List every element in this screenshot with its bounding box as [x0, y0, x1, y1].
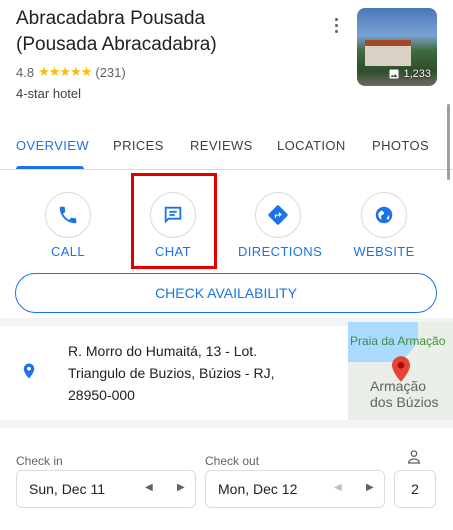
tab-prices[interactable]: PRICES [113, 138, 164, 153]
tab-reviews[interactable]: REVIEWS [190, 138, 253, 153]
more-options-icon[interactable] [326, 14, 346, 36]
photo-icon [389, 69, 399, 79]
check-in-prev-icon[interactable]: ◀ [145, 482, 153, 493]
active-tab-indicator [16, 166, 84, 169]
hotel-class: 4-star hotel [16, 86, 82, 101]
map-label-top: Praia da Armação [350, 334, 446, 348]
check-out-value: Mon, Dec 12 [218, 481, 298, 497]
tab-photos[interactable]: PHOTOS [372, 138, 429, 153]
address-line-3: 28950-000 [68, 387, 135, 403]
hotel-photo-image [365, 40, 411, 66]
hotel-title: Abracadabra Pousada (Pousada Abracadabra… [16, 6, 336, 58]
person-icon [406, 449, 422, 470]
hotel-photo-thumbnail[interactable]: 1,233 [357, 8, 437, 86]
guests-count: 2 [411, 481, 419, 497]
address[interactable]: R. Morro do Humaitá, 13 - Lot. Triangulo… [68, 340, 338, 406]
phone-icon [59, 206, 77, 224]
directions-button[interactable]: DIRECTIONS [238, 192, 323, 259]
check-out-next-icon[interactable]: ▶ [366, 482, 374, 493]
check-out-date-field[interactable]: Mon, Dec 12 ◀ ▶ [205, 470, 385, 508]
map-label-bottom-1: Armação [370, 378, 427, 394]
check-availability-button[interactable]: CHECK AVAILABILITY [15, 273, 437, 313]
section-divider [0, 420, 453, 428]
hotel-name: Abracadabra Pousada [16, 8, 206, 29]
map-label-bottom: Armação dos Búzios [370, 378, 438, 410]
hotel-alt-name: (Pousada Abracadabra) [16, 34, 217, 55]
address-line-1: R. Morro do Humaitá, 13 - Lot. [68, 343, 258, 359]
directions-button-circle [255, 192, 301, 238]
check-in-value: Sun, Dec 11 [29, 481, 106, 497]
map-thumbnail[interactable]: Praia da Armação Armação dos Búzios [348, 322, 453, 420]
check-in-date-field[interactable]: Sun, Dec 11 ◀ ▶ [16, 470, 196, 508]
rating-row[interactable]: 4.8 ★★★★★ (231) [16, 64, 126, 80]
scrollbar[interactable] [447, 104, 450, 180]
location-pin-icon [20, 360, 38, 387]
website-button[interactable]: WEBSITE [344, 192, 424, 259]
guests-selector[interactable]: 2 [394, 470, 436, 508]
rating-value: 4.8 [16, 64, 35, 80]
chat-highlight-box [131, 173, 217, 269]
call-label: CALL [50, 244, 86, 259]
directions-label: DIRECTIONS [238, 244, 323, 259]
globe-icon [375, 206, 393, 224]
address-line-2: Triangulo de Buzios, Búzios - RJ, [68, 365, 275, 381]
website-button-circle [361, 192, 407, 238]
tab-location[interactable]: LOCATION [277, 138, 346, 153]
check-out-label: Check out [205, 454, 260, 468]
call-button[interactable]: CALL [28, 192, 108, 259]
photo-count-text: 1,233 [403, 68, 431, 80]
review-count[interactable]: (231) [95, 65, 125, 80]
tab-bar: OVERVIEW PRICES REVIEWS LOCATION PHOTOS [0, 124, 453, 170]
check-out-prev-icon[interactable]: ◀ [334, 482, 342, 493]
check-in-next-icon[interactable]: ▶ [177, 482, 185, 493]
photo-count: 1,233 [388, 68, 431, 80]
tab-overview[interactable]: OVERVIEW [16, 138, 89, 153]
website-label: WEBSITE [353, 244, 415, 259]
map-label-bottom-2: dos Búzios [370, 394, 439, 410]
call-button-circle [45, 192, 91, 238]
directions-icon [268, 205, 288, 225]
check-in-label: Check in [16, 454, 63, 468]
star-icons: ★★★★★ [38, 64, 92, 79]
